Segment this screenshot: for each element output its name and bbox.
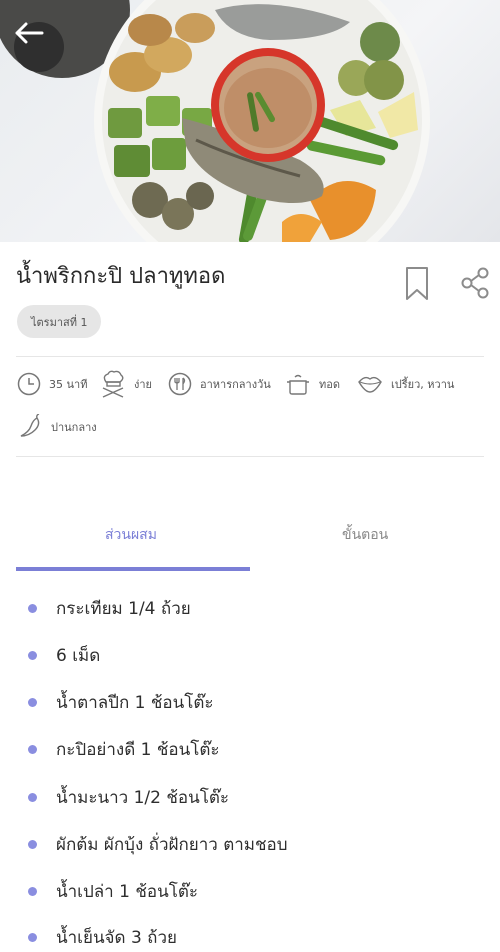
list-item: กะปิอย่างดี 1 ช้อนโต๊ะ xyxy=(28,736,220,763)
bookmark-icon xyxy=(406,267,428,300)
bullet xyxy=(28,793,37,802)
bullet xyxy=(28,840,37,849)
meta-time-label: 35 นาที xyxy=(49,378,88,391)
tab-ingredients[interactable]: ส่วนผสม xyxy=(105,524,157,546)
list-item: น้ำเย็นจัด 3 ถ้วย xyxy=(28,924,177,951)
list-item: กระเทียม 1/4 ถ้วย xyxy=(28,595,191,622)
divider xyxy=(16,356,484,357)
list-item: น้ำมะนาว 1/2 ช้อนโต๊ะ xyxy=(28,784,229,811)
back-button[interactable] xyxy=(14,22,64,72)
meta-method: ทอด xyxy=(285,372,340,396)
arrow-left-icon xyxy=(15,22,44,44)
meta-taste: เปรี้ยว, หวาน xyxy=(357,372,454,396)
meta-spice-label: ปานกลาง xyxy=(51,421,97,434)
chef-hat-icon xyxy=(102,370,124,398)
meta-method-label: ทอด xyxy=(319,378,341,391)
bullet xyxy=(28,698,37,707)
bullet xyxy=(28,933,37,942)
bullet xyxy=(28,745,37,754)
divider xyxy=(16,456,484,457)
recipe-hero-image xyxy=(0,0,500,242)
meta-meal-label: อาหารกลางวัน xyxy=(200,378,271,391)
meta-meal: อาหารกลางวัน xyxy=(168,372,271,396)
share-button[interactable] xyxy=(460,267,490,299)
recipe-title: น้ำพริกกะปิ ปลาทูทอด xyxy=(16,264,226,289)
meta-time: 35 นาที xyxy=(17,372,87,396)
bookmark-button[interactable] xyxy=(404,266,430,302)
quarter-tag[interactable]: ไตรมาสที่ 1 xyxy=(17,305,102,338)
list-item: ผักต้ม ผักบุ้ง ถั่วฝักยาว ตามชอบ xyxy=(28,831,288,858)
active-tab-indicator xyxy=(16,567,250,571)
lips-icon xyxy=(358,376,382,393)
meta-spice: ปานกลาง xyxy=(17,414,97,440)
plate-cutlery-icon xyxy=(168,372,192,396)
share-icon xyxy=(461,267,489,299)
tab-steps[interactable]: ขั้นตอน xyxy=(342,524,388,546)
chili-icon xyxy=(20,414,40,437)
meta-difficulty: ง่าย xyxy=(100,370,152,398)
list-item: น้ำเปล่า 1 ช้อนโต๊ะ xyxy=(28,878,198,905)
list-item: น้ำตาลปีก 1 ช้อนโต๊ะ xyxy=(28,689,214,716)
meta-taste-label: เปรี้ยว, หวาน xyxy=(391,378,455,391)
meta-difficulty-label: ง่าย xyxy=(134,378,152,391)
list-item: 6 เม็ด xyxy=(28,642,100,669)
clock-icon xyxy=(17,372,41,396)
bullet xyxy=(28,651,37,660)
bullet xyxy=(28,604,37,613)
bullet xyxy=(28,887,37,896)
pot-icon xyxy=(287,374,309,395)
food-photo xyxy=(0,0,430,242)
